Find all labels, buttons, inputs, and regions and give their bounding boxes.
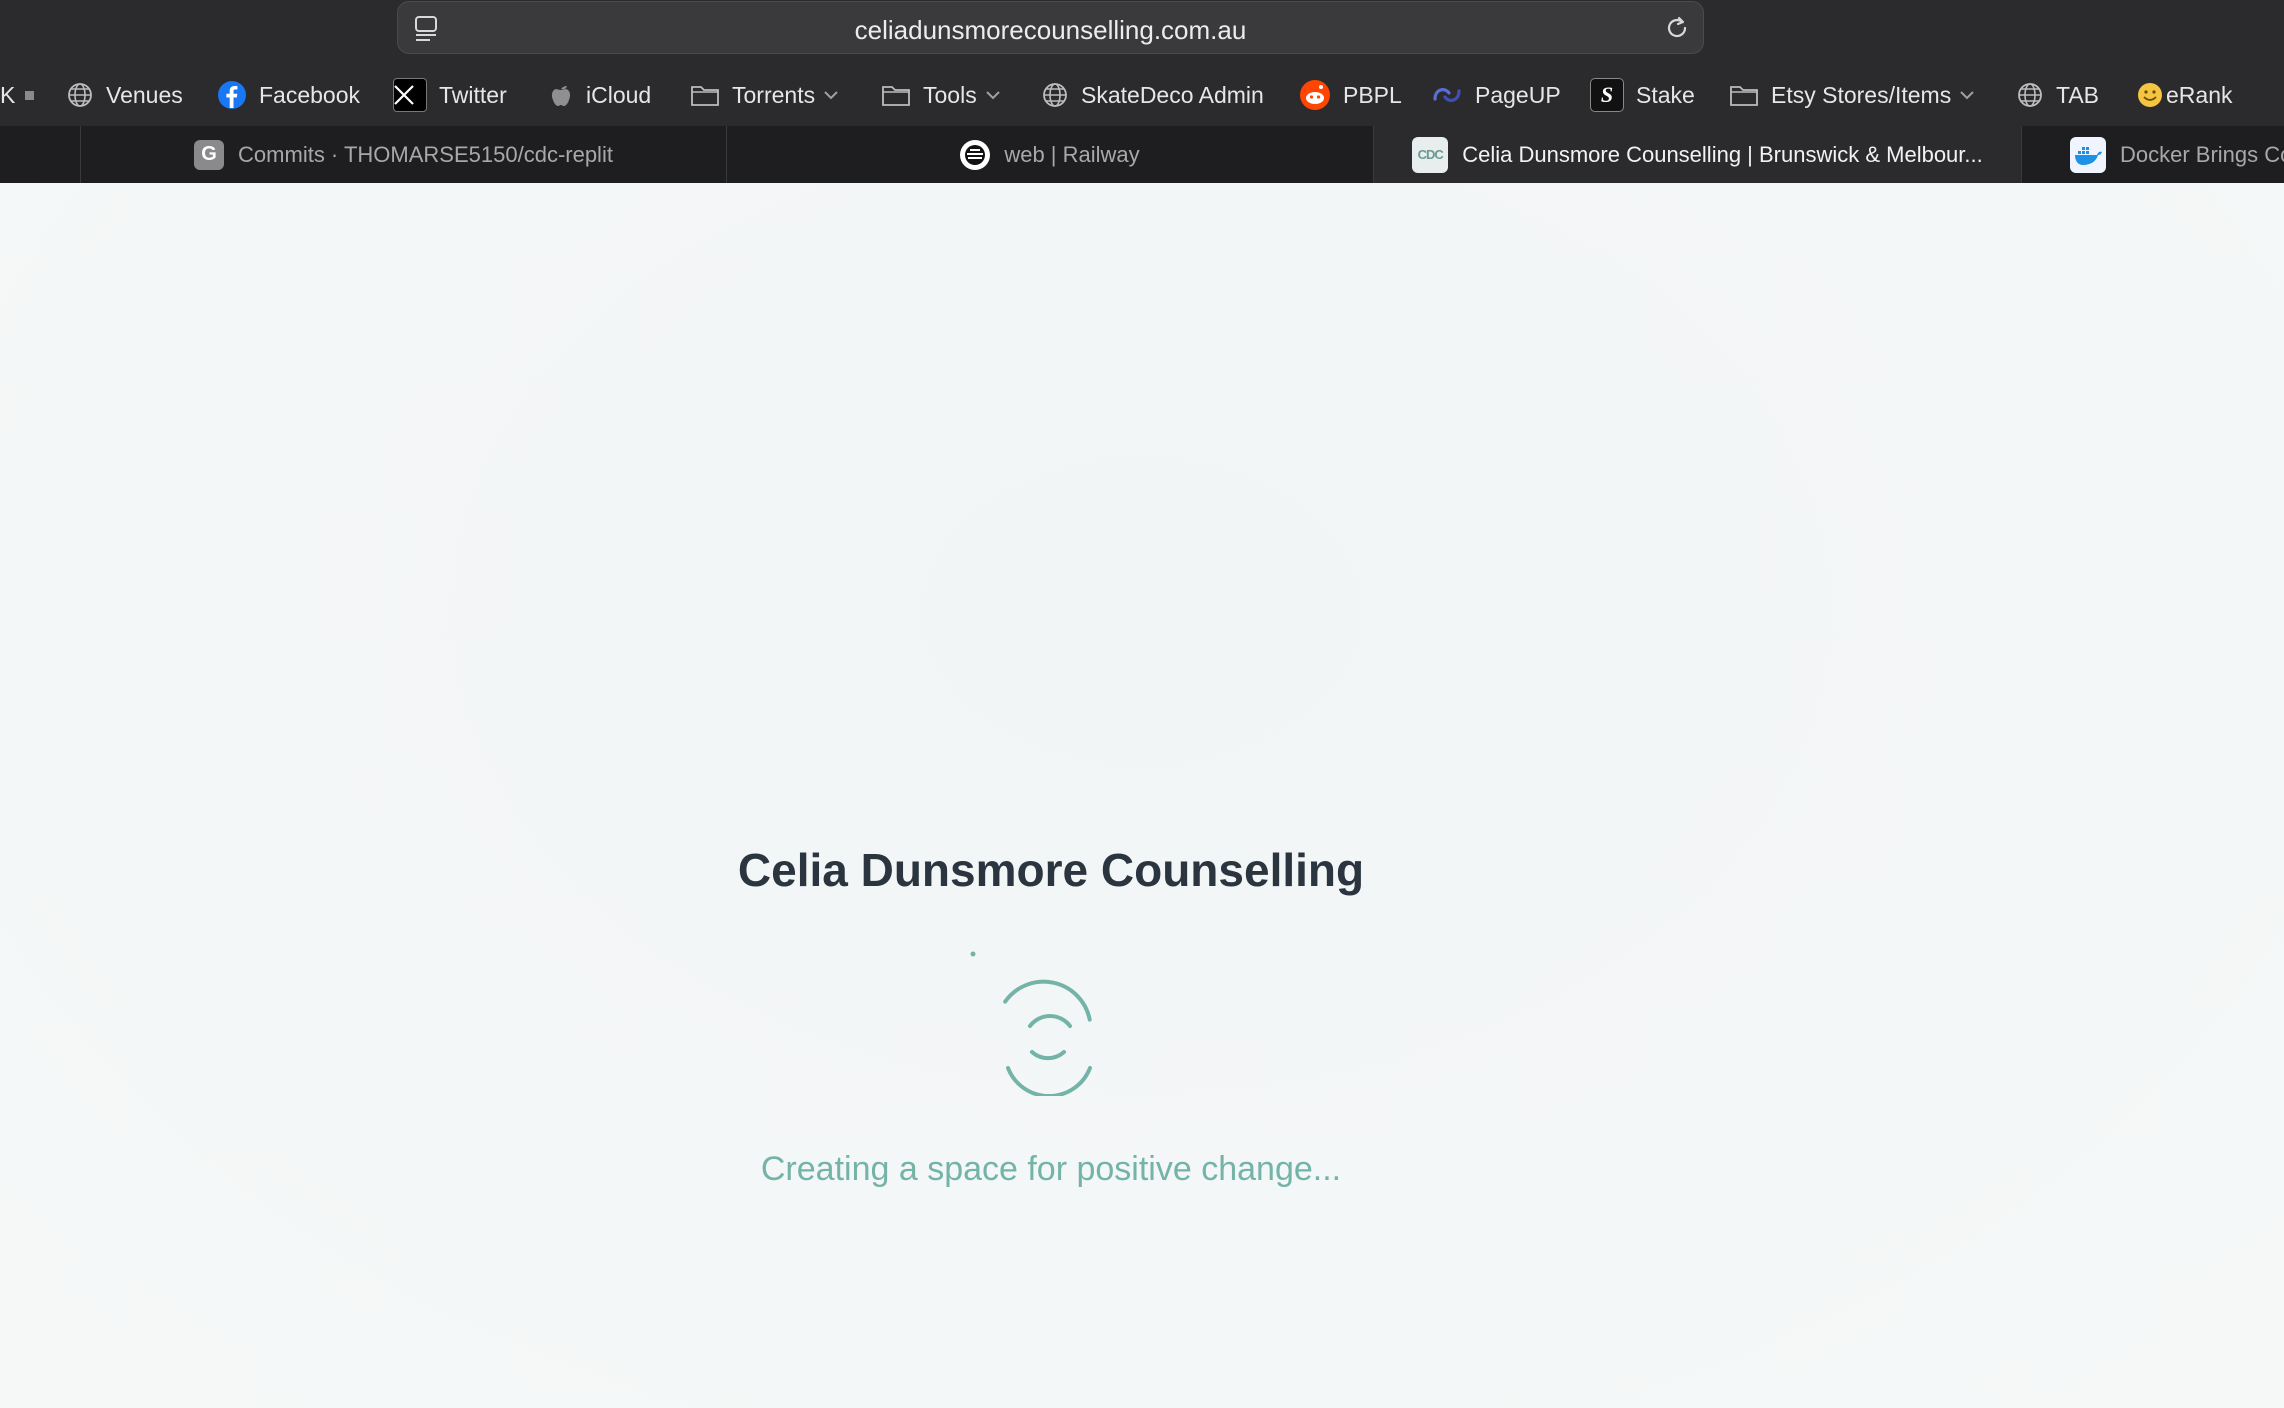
bookmark-label: TAB [2056, 81, 2100, 108]
tab-label: Docker Brings Co [2120, 141, 2284, 167]
facebook-icon [218, 81, 246, 109]
tab-label: web | Railway [1004, 141, 1140, 167]
tab-bar: G Commits · THOMARSE5150/cdc-replit web … [0, 126, 2284, 183]
tab-commits[interactable]: G Commits · THOMARSE5150/cdc-replit [81, 126, 727, 183]
bookmark-label: PBPL [1343, 81, 1402, 108]
reload-icon[interactable] [1663, 14, 1691, 42]
bookmark-facebook[interactable]: Facebook [217, 76, 360, 114]
smiley-icon [2138, 83, 2162, 107]
bookmark-label: Torrents [732, 81, 816, 108]
bookmark-label: Venues [106, 81, 183, 108]
bookmark-tab[interactable]: TAB [2016, 76, 2099, 114]
folder-icon [882, 86, 910, 106]
github-favicon-icon: G [194, 139, 225, 170]
reddit-icon [1300, 80, 1330, 110]
chevron-down-icon [985, 91, 1000, 100]
folder-icon [1730, 86, 1758, 106]
bookmark-label: Stake [1636, 81, 1695, 108]
loading-tagline: Creating a space for positive change... [760, 1150, 1342, 1188]
chevron-down-icon [824, 91, 838, 100]
bookmark-truncated[interactable]: K [0, 76, 35, 114]
tab-pinned-edge[interactable] [0, 126, 81, 183]
page-content: Celia Dunsmore Counselling Creating a sp… [0, 183, 2284, 1408]
globe-icon [1043, 83, 1067, 107]
bookmarks-bar: K Venues Facebook Twitter iCloud Torrent… [0, 70, 2284, 120]
bookmark-etsy-folder[interactable]: Etsy Stores/Items [1729, 76, 1975, 114]
bookmark-label: Twitter [439, 81, 507, 108]
tab-docker[interactable]: Docker Brings Co [2022, 126, 2284, 183]
bookmark-label: Etsy Stores/Items [1771, 81, 1952, 108]
bookmark-label: K [0, 81, 16, 108]
bookmark-twitter[interactable]: Twitter [393, 76, 507, 114]
bookmark-pageup[interactable]: PageUP [1431, 76, 1561, 114]
tab-celia-dunsmore[interactable]: CDC Celia Dunsmore Counselling | Brunswi… [1374, 126, 2022, 183]
address-bar[interactable]: celiadunsmorecounselling.com.au [397, 1, 1704, 54]
page-title: Celia Dunsmore Counselling [737, 844, 1365, 896]
bookmark-skatedeco-admin[interactable]: SkateDeco Admin [1041, 76, 1264, 114]
bookmark-torrents-folder[interactable]: Torrents [690, 76, 839, 114]
bookmark-label: Facebook [259, 81, 361, 108]
cdc-favicon-icon: CDC [1412, 136, 1449, 173]
bookmark-stake[interactable]: S Stake [1590, 76, 1695, 114]
loading-spinner-icon [970, 951, 1092, 1096]
pageup-icon [1433, 88, 1461, 102]
globe-icon [68, 83, 92, 107]
bookmark-tools-folder[interactable]: Tools [881, 76, 1001, 114]
bookmark-erank[interactable]: eRank [2136, 76, 2232, 114]
tab-railway[interactable]: web | Railway [727, 126, 1374, 183]
bookmark-pbpl[interactable]: PBPL [1299, 76, 1402, 114]
tab-label: Celia Dunsmore Counselling | Brunswick &… [1462, 141, 1983, 167]
bookmark-label: iCloud [586, 81, 652, 108]
bookmark-label: Tools [923, 81, 977, 108]
chevron-down-icon [1960, 91, 1974, 100]
bookmark-label: eRank [2166, 81, 2233, 108]
tab-label: Commits · THOMARSE5150/cdc-replit [238, 141, 613, 167]
x-icon [393, 78, 427, 112]
bookmark-label: SkateDeco Admin [1081, 81, 1264, 108]
docker-icon [2070, 136, 2106, 173]
bookmark-venues[interactable]: Venues [66, 76, 183, 114]
overflow-icon [25, 90, 35, 100]
folder-icon [691, 86, 719, 106]
railway-icon [960, 139, 991, 170]
url-text[interactable]: celiadunsmorecounselling.com.au [398, 15, 1703, 46]
stake-icon: S [1590, 78, 1624, 112]
globe-icon [2018, 83, 2042, 107]
bookmark-icloud[interactable]: iCloud [548, 76, 651, 114]
bookmark-label: PageUP [1475, 81, 1561, 108]
apple-icon [551, 86, 571, 106]
